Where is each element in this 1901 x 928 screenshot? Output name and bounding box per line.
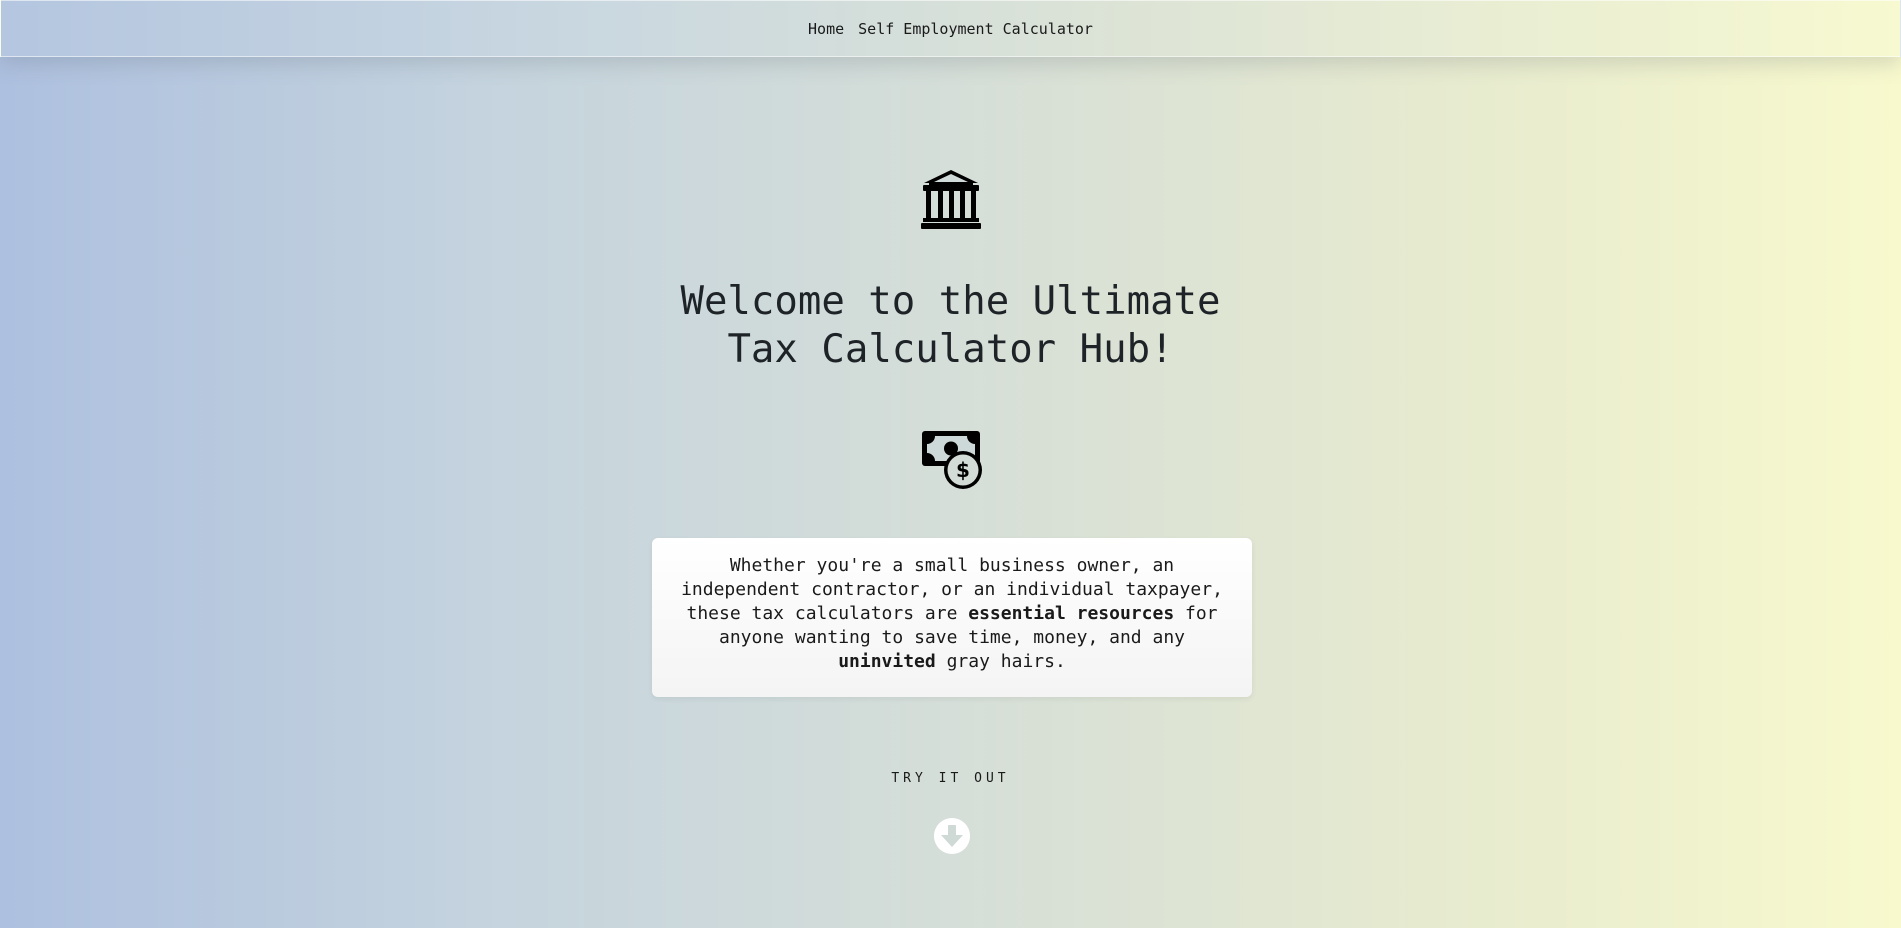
page-title-line-2: Tax Calculator Hub! <box>727 327 1174 372</box>
nav-link-home[interactable]: Home <box>808 20 844 38</box>
description-emphasis-uninvited: uninvited <box>838 651 936 672</box>
description-card: Whether you're a small business owner, a… <box>652 538 1252 697</box>
hero-section: Welcome to the Ultimate Tax Calculator H… <box>0 0 1901 928</box>
svg-text:$: $ <box>956 458 970 482</box>
page-title: Welcome to the Ultimate Tax Calculator H… <box>0 278 1901 374</box>
top-navbar: Home Self Employment Calculator <box>0 0 1901 57</box>
arrow-down-circle-icon[interactable] <box>934 818 970 854</box>
description-text: gray hairs. <box>935 651 1066 672</box>
try-it-out-label: TRY IT OUT <box>891 771 1010 786</box>
bank-icon <box>921 170 981 229</box>
description-emphasis-essential-resources: essential resources <box>968 603 1175 624</box>
page-title-line-1: Welcome to the Ultimate <box>680 279 1221 324</box>
money-bill-dollar-icon: $ <box>922 431 982 489</box>
nav-link-self-employment-calculator[interactable]: Self Employment Calculator <box>858 20 1093 38</box>
